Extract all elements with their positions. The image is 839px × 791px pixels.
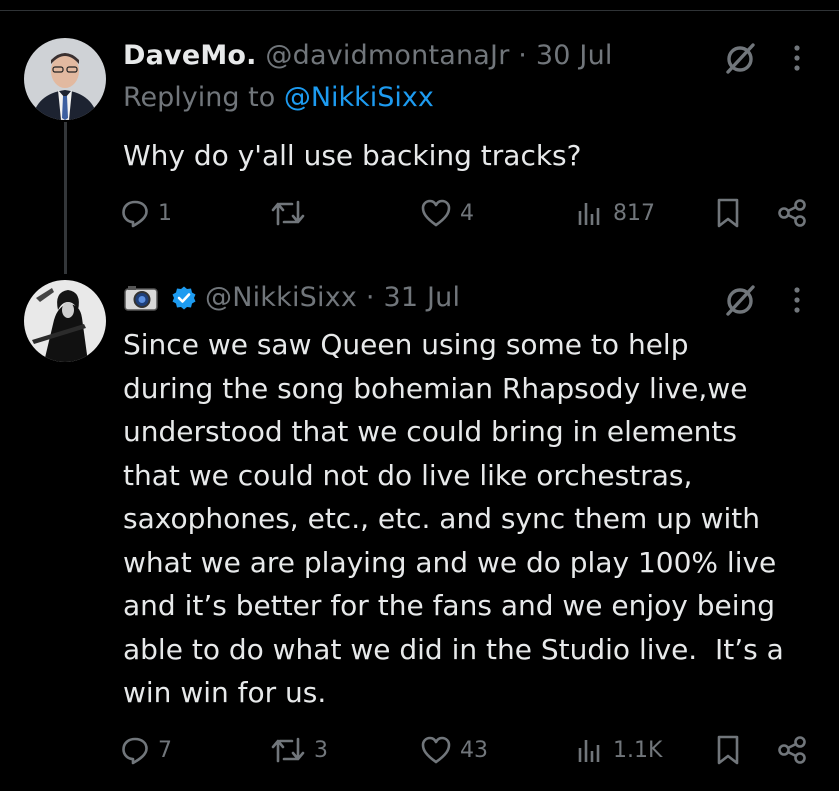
bookmark-button[interactable] <box>714 193 742 233</box>
retweet-button[interactable]: 3 <box>270 730 328 770</box>
tweet1-display-name[interactable]: DaveMo. <box>123 40 257 71</box>
camera-emoji-icon <box>123 284 159 312</box>
verified-badge-icon <box>171 285 197 311</box>
tweet2-date[interactable]: 31 Jul <box>383 280 460 316</box>
tweet2-handle[interactable]: @NikkiSixx <box>205 280 357 316</box>
views-button[interactable]: 817 <box>575 193 655 233</box>
share-button[interactable] <box>776 193 808 233</box>
retweet-button[interactable] <box>270 193 314 233</box>
avatar-davemo[interactable] <box>24 38 106 120</box>
top-divider <box>0 10 839 11</box>
views-count: 817 <box>613 200 655 226</box>
thread-connector <box>64 122 67 274</box>
views-icon <box>575 198 605 228</box>
views-count: 1.1K <box>613 737 663 763</box>
like-count: 4 <box>460 200 474 226</box>
like-button[interactable]: 4 <box>420 193 474 233</box>
tweet2-actions: 7 3 43 1.1K <box>120 730 820 770</box>
retweet-icon <box>270 198 306 228</box>
share-button[interactable] <box>776 730 808 770</box>
share-icon <box>776 198 808 228</box>
reply-count: 1 <box>158 200 172 226</box>
replying-to-line: Replying to @NikkiSixx <box>123 80 434 116</box>
tweet2-text: Since we saw Queen using some to help du… <box>123 328 784 709</box>
tweet1-separator: · <box>509 40 536 71</box>
views-icon <box>575 735 605 765</box>
tweet1-text: Why do y'all use backing tracks? <box>123 139 582 172</box>
tweet2-separator: · <box>357 282 384 313</box>
reply-count: 7 <box>158 737 172 763</box>
bookmark-button[interactable] <box>714 730 742 770</box>
reply-icon <box>120 735 150 765</box>
reply-icon <box>120 198 150 228</box>
tweet1-date[interactable]: 30 Jul <box>536 40 613 71</box>
reply-button[interactable]: 7 <box>120 730 172 770</box>
grok-icon[interactable] <box>720 38 760 78</box>
grok-icon[interactable] <box>720 280 760 320</box>
more-icon[interactable] <box>785 280 809 320</box>
reply-button[interactable]: 1 <box>120 193 172 233</box>
share-icon <box>776 735 808 765</box>
tweet1-actions: 1 4 817 <box>120 193 820 233</box>
like-icon <box>420 735 452 765</box>
replying-to-prefix: Replying to <box>123 82 284 113</box>
avatar-nikkisixx[interactable] <box>24 280 106 362</box>
tweet1-header: DaveMo. @davidmontanaJr · 30 Jul <box>123 38 613 74</box>
like-button[interactable]: 43 <box>420 730 488 770</box>
retweet-count: 3 <box>314 737 328 763</box>
bookmark-icon <box>714 734 742 766</box>
bookmark-icon <box>714 197 742 229</box>
views-button[interactable]: 1.1K <box>575 730 662 770</box>
tweet2-header: @NikkiSixx · 31 Jul <box>123 280 460 316</box>
replying-to-mention[interactable]: @NikkiSixx <box>284 82 434 113</box>
like-icon <box>420 198 452 228</box>
tweet1-handle[interactable]: @davidmontanaJr <box>265 40 509 71</box>
retweet-icon <box>270 735 306 765</box>
more-icon[interactable] <box>785 38 809 78</box>
like-count: 43 <box>460 737 488 763</box>
